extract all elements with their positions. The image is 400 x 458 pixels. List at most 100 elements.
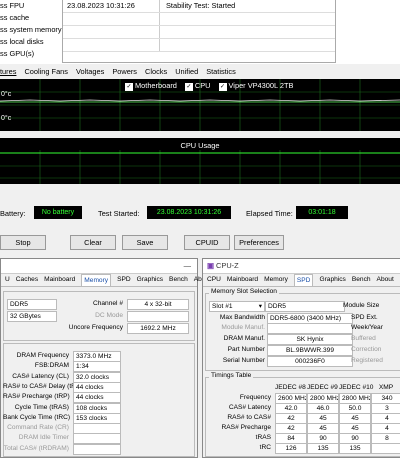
cpuz-logo-icon: ▣ [207,261,214,270]
tab-about[interactable]: About [377,274,394,286]
dram-manuf-value: SK Hynix [267,334,353,345]
timing-cell: 126 [275,443,307,454]
checkbox-icon: ✓ [125,83,133,91]
log-row: 23.08.2023 10:31:26 Stability Test: Star… [63,0,335,13]
log-row-empty [63,26,335,39]
channel-value: 4 x 32-bit [127,299,189,310]
legend-item-ssd[interactable]: ✓ Viper VP4300L 2TB [218,81,293,91]
timing-cell [371,443,400,454]
tab-spd[interactable]: SPD [117,274,131,286]
timing-label: RAS# to CAS# Delay (tRCD) [3,382,88,390]
cpuz-memory-window: — U Caches Mainboard Memory SPD Graphics… [0,258,211,458]
tab-cpu[interactable]: CPU [207,274,221,286]
tab-powers[interactable]: Powers [112,67,137,76]
legend-item-motherboard[interactable]: ✓ Motherboard [125,81,177,91]
tab-cpu[interactable]: U [5,274,10,286]
tab-clocks[interactable]: Clocks [145,67,167,76]
memory-type: DDR5 [7,299,57,310]
clear-button[interactable]: Clear [70,235,116,250]
cpuid-button[interactable]: CPUID [184,235,230,250]
status-row: Battery: No battery Test Started: 23.08.… [0,206,400,222]
tab-spd[interactable]: SPD [293,274,314,286]
preferences-button[interactable]: Preferences [234,235,284,250]
stress-option[interactable]: ss local disks [0,36,60,48]
week-year-label: Week/Year [351,324,383,331]
tab-mainboard[interactable]: Mainboard [44,274,75,286]
elapsed-value: 03:01:18 [296,206,348,219]
test-started-value: 23.08.2023 10:31:26 [147,206,231,219]
cpuz-tabs: U Caches Mainboard Memory SPD Graphics B… [1,274,211,287]
timing-label: DRAM Frequency [16,352,69,359]
dc-mode-label: DC Mode [95,312,123,319]
tab-temperatures[interactable]: tures [0,67,16,76]
legend-item-cpu[interactable]: ✓ CPU [184,81,211,91]
log-row-empty [63,39,335,52]
timing-column-header: JEDEC #9 [307,384,338,391]
dram-manuf-label: DRAM Manuf. [223,335,265,342]
minimize-icon[interactable]: — [184,259,197,273]
tab-graphics[interactable]: Graphics [137,274,163,286]
log-table: 23.08.2023 10:31:26 Stability Test: Star… [62,0,336,63]
correction-label: Correction [351,346,382,353]
dc-mode-value [127,311,189,322]
tab-voltages[interactable]: Voltages [76,67,104,76]
graph-label-bottom: 0°c [1,115,12,122]
spd-type: DDR5 [265,301,345,312]
timing-column-header: JEDEC #10 [339,384,374,391]
checkbox-icon: ✓ [184,83,193,91]
test-started-label: Test Started: [98,209,140,218]
uncore-value: 1692.2 MHz [127,323,189,334]
elapsed-label: Elapsed Time: [246,209,293,218]
channel-label: Channel # [92,300,123,307]
chevron-down-icon: ▾ [258,303,262,310]
timing-cell: 135 [307,443,339,454]
monitor-tabs: tures Cooling Fans Voltages Powers Clock… [0,65,400,77]
tab-statistics[interactable]: Statistics [206,67,236,76]
module-size-label: Module Size [343,302,380,309]
tab-bench[interactable]: Bench [169,274,188,286]
log-datetime: 23.08.2023 10:31:26 [63,0,160,12]
timing-column-header: XMP [378,384,394,391]
spd-ext-label: SPD Ext. [351,314,378,321]
registered-label: Registered [351,357,383,364]
window-titlebar: ▣ CPU-Z [203,259,400,274]
save-button[interactable]: Save [122,235,168,250]
temperature-legend: ✓ Motherboard ✓ CPU ✓ Viper VP4300L 2TB [125,81,293,91]
tab-bench[interactable]: Bench [352,274,371,286]
timing-row-label: tRAS [255,434,271,441]
slot-selection-title: Memory Slot Selection [209,288,279,295]
timing-label: Total CAS# (tRDRAM) [3,444,69,452]
stress-option[interactable]: ss GPU(s) [0,48,60,60]
part-number-value: BL.9BWWR.399 [267,345,353,356]
tab-memory[interactable]: Memory [81,274,112,286]
timing-row-label: CAS# Latency [228,404,271,411]
timing-value [73,443,121,455]
tab-mainboard[interactable]: Mainboard [227,274,258,286]
cpuz-spd-window: ▣ CPU-Z CPU Mainboard Memory SPD Graphic… [202,258,400,458]
cpuz-tabs: CPU Mainboard Memory SPD Graphics Bench … [203,274,400,287]
tab-memory[interactable]: Memory [264,274,288,286]
tab-caches[interactable]: Caches [16,274,38,286]
timing-label: DRAM Idle Timer [18,434,69,442]
log-row-empty [63,13,335,26]
stress-option[interactable]: ss cache [0,12,60,24]
timing-row-label: tRC [259,444,271,451]
timing-row-label: RAS# to CAS# [227,414,271,421]
timing-row-label: Frequency [239,394,271,401]
timing-label: Cycle Time (tRAS) [14,403,69,411]
tab-unified[interactable]: Unified [175,67,198,76]
tab-cooling-fans[interactable]: Cooling Fans [24,67,68,76]
stress-option[interactable]: ss FPU [0,0,60,12]
timings-table-title: Timings Table [209,372,254,379]
stop-button[interactable]: Stop [0,235,46,250]
battery-label: Battery: [0,209,26,218]
tab-graphics[interactable]: Graphics [319,274,345,286]
timing-label: RAS# Precharge (tRP) [3,393,70,401]
stress-option[interactable]: ss system memory [0,24,62,36]
uncore-label: Uncore Frequency [68,324,123,331]
checkbox-icon: ✓ [218,83,227,91]
slot-select[interactable]: Slot #1 ▾ [209,301,265,312]
timing-label: Command Rate (CR) [7,424,69,432]
battery-value: No battery [34,206,82,219]
timing-label: FSB:DRAM [34,362,69,370]
